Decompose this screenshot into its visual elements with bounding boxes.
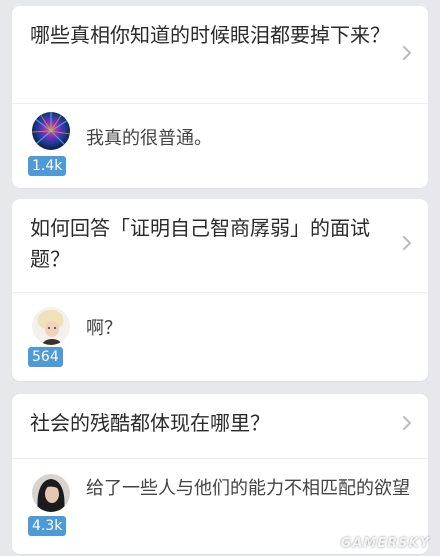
divider [12, 103, 428, 104]
question-title[interactable]: 社会的残酷都体现在哪里？ [30, 408, 390, 439]
vote-count-badge: 4.3k [28, 516, 67, 536]
vote-count-badge: 564 [28, 347, 63, 367]
divider [12, 458, 428, 459]
vote-count-badge: 1.4k [28, 156, 67, 176]
avatar[interactable] [32, 474, 70, 512]
question-card-1[interactable]: 哪些真相你知道的时候眼泪都要掉下来？ 我真的很普通。 1.4k [12, 6, 428, 188]
avatar[interactable] [32, 307, 70, 345]
chevron-right-icon [400, 416, 414, 430]
question-card-3[interactable]: 社会的残酷都体现在哪里？ 给了一些人与他们的能力不相匹配的欲望 4.3k [12, 394, 428, 554]
chevron-right-icon [400, 46, 414, 60]
divider [12, 292, 428, 293]
question-title[interactable]: 哪些真相你知道的时候眼泪都要掉下来？ [30, 20, 390, 51]
answer-text[interactable]: 我真的很普通。 [86, 126, 416, 152]
avatar[interactable] [32, 112, 70, 150]
answer-text[interactable]: 给了一些人与他们的能力不相匹配的欲望 [86, 476, 416, 502]
answer-text[interactable]: 啊？ [86, 316, 416, 342]
chevron-right-icon [400, 236, 414, 250]
watermark: GAMERSKY [340, 536, 430, 551]
question-title[interactable]: 如何回答「证明自己智商孱弱」的面试题？ [30, 213, 390, 275]
question-card-2[interactable]: 如何回答「证明自己智商孱弱」的面试题？ 啊？ 564 [12, 199, 428, 381]
